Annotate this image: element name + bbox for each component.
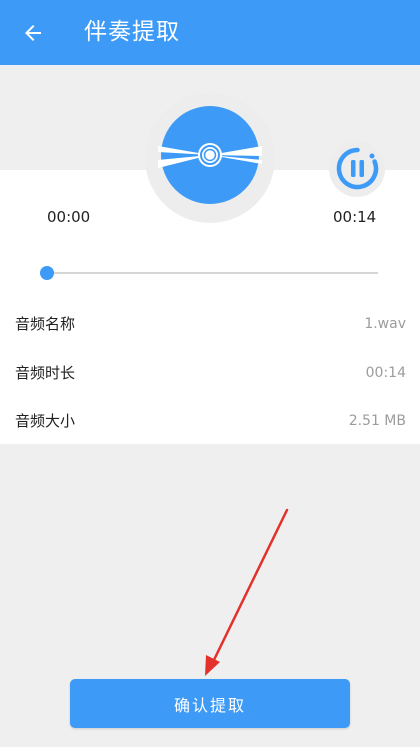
info-label: 音频大小 <box>15 412 76 430</box>
info-value: 00:14 <box>365 365 406 381</box>
progress-slider[interactable] <box>34 262 384 284</box>
info-label: 音频名称 <box>15 315 76 333</box>
info-row-duration: 音频时长 00:14 <box>0 358 420 388</box>
info-label: 音频时长 <box>15 364 76 382</box>
info-row-size: 音频大小 2.51 MB <box>0 406 420 436</box>
info-row-name: 音频名称 1.wav <box>0 309 420 339</box>
current-time: 00:00 <box>47 208 91 226</box>
confirm-extract-button[interactable]: 确认提取 <box>70 679 350 728</box>
progress-thumb[interactable] <box>40 266 54 280</box>
info-value: 1.wav <box>364 316 406 332</box>
back-button[interactable] <box>14 14 52 52</box>
page-title: 伴奏提取 <box>84 19 180 45</box>
pause-icon[interactable] <box>336 147 379 190</box>
disc-icon <box>158 106 262 204</box>
progress-track <box>40 272 378 274</box>
app-bar: 伴奏提取 <box>0 0 420 65</box>
info-value: 2.51 MB <box>348 413 406 429</box>
arrow-left-icon <box>25 25 41 41</box>
total-time: 00:14 <box>333 208 377 226</box>
